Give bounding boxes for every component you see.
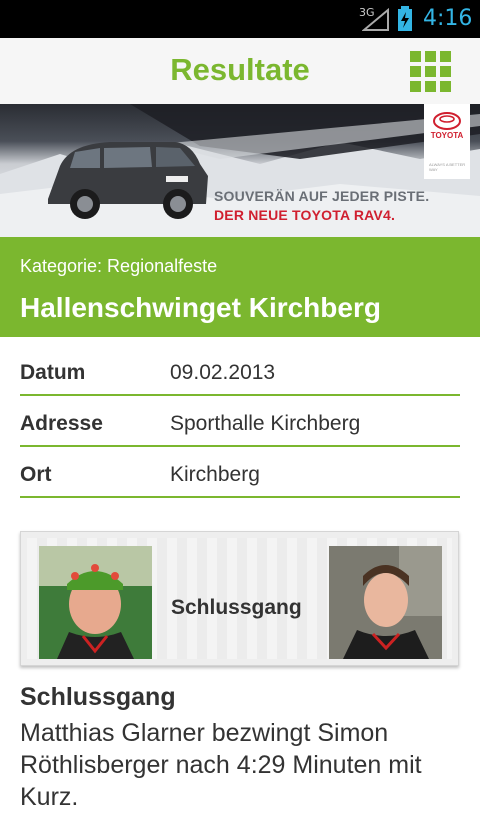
app-title: Resultate [170, 52, 310, 87]
detail-row-date: Datum 09.02.2013 [20, 343, 460, 396]
detail-value: Kirchberg [170, 463, 260, 486]
grid-menu-button[interactable] [410, 51, 451, 92]
detail-value: 09.02.2013 [170, 361, 276, 384]
toyota-brand-text: TOYOTA [430, 131, 464, 140]
final-match-card[interactable]: Schlussgang [20, 531, 459, 666]
clock: 4:16 [423, 6, 473, 31]
winner-photo [39, 546, 152, 659]
event-header: Kategorie: Regionalfeste Hallenschwinget… [0, 237, 480, 337]
toyota-tagline: ALWAYS A BETTER WAY [429, 162, 466, 172]
detail-value: Sporthalle Kirchberg [170, 412, 361, 435]
status-bar: 3G 4:16 [0, 0, 480, 38]
ad-banner[interactable]: TOYOTA ALWAYS A BETTER WAY SOUVERÄN AUF … [0, 104, 480, 237]
opponent-photo [329, 546, 442, 659]
detail-row-place: Ort Kirchberg [20, 445, 460, 498]
report-title: Schlussgang [20, 683, 176, 711]
detail-label: Adresse [20, 412, 103, 435]
battery-charging-icon [398, 6, 412, 31]
detail-label: Datum [20, 361, 86, 384]
ad-slogan-line-1: SOUVERÄN AUF JEDER PISTE. [214, 188, 430, 204]
event-category: Kategorie: Regionalfeste [20, 256, 218, 276]
toyota-logo-box: TOYOTA ALWAYS A BETTER WAY [424, 104, 470, 179]
detail-label: Ort [20, 463, 52, 486]
ad-slogan-line-2: DER NEUE TOYOTA RAV4. [214, 207, 396, 223]
report-text: Matthias Glarner bezwingt Simon Röthlisb… [20, 719, 422, 811]
final-match-card-inner: Schlussgang [27, 538, 452, 659]
event-title: Hallenschwinget Kirchberg [20, 292, 381, 323]
signal-icon [362, 8, 389, 31]
detail-row-address: Adresse Sporthalle Kirchberg [20, 394, 460, 447]
final-match-label: Schlussgang [171, 596, 302, 619]
app-bar: Resultate [0, 38, 480, 104]
